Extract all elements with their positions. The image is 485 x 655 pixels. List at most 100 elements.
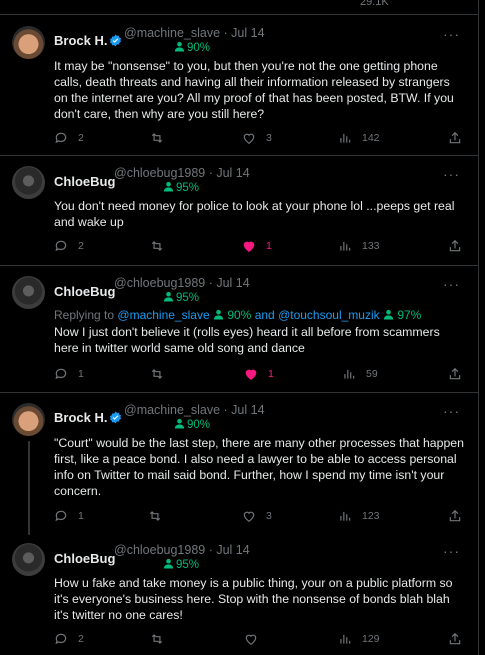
analytics-icon xyxy=(344,369,355,379)
reply-icon xyxy=(55,132,67,144)
user-icon xyxy=(213,309,224,320)
repost-button[interactable] xyxy=(150,632,174,646)
share-button[interactable] xyxy=(448,239,462,253)
trust-score: 90% xyxy=(174,41,210,54)
like-button[interactable]: 3 xyxy=(242,131,272,145)
tweet[interactable]: ChloeBug @chloebug1989 · Jul 14 95% ··· … xyxy=(0,266,478,393)
tweet[interactable]: Brock H. @machine_slave · Jul 14 90% ···… xyxy=(0,393,478,535)
handle-and-date[interactable]: @machine_slave · Jul 14 xyxy=(124,403,265,417)
reply-icon xyxy=(55,368,67,380)
reply-button[interactable]: 1 xyxy=(54,367,84,381)
repost-icon xyxy=(151,369,163,379)
tweet-actions: 2 1 133 xyxy=(54,239,466,257)
repost-button[interactable] xyxy=(150,239,174,253)
share-icon xyxy=(449,509,461,522)
tweet-text: It may be "nonsense" to you, but then yo… xyxy=(54,59,454,121)
share-icon xyxy=(449,367,461,380)
tweet-actions: 1 3 123 xyxy=(54,509,466,527)
heart-icon xyxy=(243,133,255,144)
tweet-text: You don't need money for police to look … xyxy=(54,199,455,229)
more-options-icon[interactable]: ··· xyxy=(443,26,460,42)
heart-filled-icon xyxy=(243,241,255,252)
analytics-icon xyxy=(340,634,351,644)
share-icon xyxy=(449,632,461,645)
avatar[interactable] xyxy=(12,276,45,309)
trust-score: 95% xyxy=(163,558,199,571)
share-button[interactable] xyxy=(448,509,462,523)
more-options-icon[interactable]: ··· xyxy=(443,543,460,559)
like-button[interactable]: 1 xyxy=(244,367,274,381)
verified-badge-icon xyxy=(110,34,122,47)
display-name[interactable]: Brock H. xyxy=(54,410,122,425)
tweet[interactable]: Brock H. @machine_slave · Jul 14 90% ···… xyxy=(0,15,478,156)
repost-button[interactable] xyxy=(150,131,174,145)
tweet-actions: 2 129 xyxy=(54,632,466,650)
reply-button[interactable]: 1 xyxy=(54,509,84,523)
reply-icon xyxy=(55,240,67,252)
views-button[interactable]: 123 xyxy=(338,509,380,523)
views-button[interactable]: 129 xyxy=(338,632,380,646)
reply-user-link[interactable]: @touchsoul_muzik xyxy=(278,308,380,322)
like-button[interactable] xyxy=(244,632,268,646)
heart-icon xyxy=(245,634,257,645)
analytics-icon xyxy=(340,133,351,143)
share-button[interactable] xyxy=(448,632,462,646)
display-name[interactable]: Brock H. xyxy=(54,33,122,48)
user-icon xyxy=(174,418,185,429)
user-icon xyxy=(163,181,174,192)
views-count[interactable]: 29.1K xyxy=(360,0,389,8)
like-button[interactable]: 3 xyxy=(242,509,272,523)
analytics-icon xyxy=(340,511,351,521)
repost-icon xyxy=(151,133,163,143)
handle-and-date[interactable]: @chloebug1989 · Jul 14 xyxy=(114,166,250,180)
tweet[interactable]: ChloeBug @chloebug1989 · Jul 14 95% ··· … xyxy=(0,535,478,655)
trust-score: 95% xyxy=(163,181,199,194)
user-icon xyxy=(163,291,174,302)
share-button[interactable] xyxy=(448,131,462,145)
like-button[interactable]: 1 xyxy=(242,239,272,253)
share-icon xyxy=(449,239,461,252)
trust-score: 95% xyxy=(163,291,199,304)
reply-button[interactable]: 2 xyxy=(54,131,84,145)
reply-icon xyxy=(55,633,67,645)
verified-badge-icon xyxy=(110,411,122,424)
heart-icon xyxy=(243,511,255,522)
tweet-text: Now I just don't believe it (rolls eyes)… xyxy=(54,325,440,355)
heart-filled-icon xyxy=(245,369,257,380)
user-icon xyxy=(383,309,394,320)
display-name[interactable]: ChloeBug xyxy=(54,284,115,299)
avatar[interactable] xyxy=(12,543,45,576)
more-options-icon[interactable]: ··· xyxy=(443,276,460,292)
repost-button[interactable] xyxy=(148,509,172,523)
user-icon xyxy=(163,558,174,569)
repost-icon xyxy=(149,511,161,521)
share-button[interactable] xyxy=(448,367,462,381)
repost-button[interactable] xyxy=(150,367,174,381)
timeline-border xyxy=(478,0,479,655)
previous-tweet-action-bar: 29.1K xyxy=(0,0,478,15)
analytics-icon xyxy=(340,241,351,251)
reply-button[interactable]: 2 xyxy=(54,239,84,253)
reply-user-link[interactable]: @machine_slave xyxy=(117,308,209,322)
tweet[interactable]: ChloeBug @chloebug1989 · Jul 14 95% ··· … xyxy=(0,156,478,266)
share-icon xyxy=(449,131,461,144)
avatar[interactable] xyxy=(12,26,45,59)
more-options-icon[interactable]: ··· xyxy=(443,166,460,182)
reply-icon xyxy=(55,510,67,522)
handle-and-date[interactable]: @chloebug1989 · Jul 14 xyxy=(114,543,250,557)
display-name[interactable]: ChloeBug xyxy=(54,551,115,566)
trust-score: 90% xyxy=(174,418,210,431)
views-button[interactable]: 133 xyxy=(338,239,380,253)
more-options-icon[interactable]: ··· xyxy=(443,403,460,419)
avatar[interactable] xyxy=(12,403,45,436)
handle-and-date[interactable]: @machine_slave · Jul 14 xyxy=(124,26,265,40)
views-button[interactable]: 59 xyxy=(342,367,378,381)
avatar[interactable] xyxy=(12,166,45,199)
tweet-actions: 2 3 142 xyxy=(54,131,466,149)
repost-icon xyxy=(151,634,163,644)
display-name[interactable]: ChloeBug xyxy=(54,174,115,189)
handle-and-date[interactable]: @chloebug1989 · Jul 14 xyxy=(114,276,250,290)
views-button[interactable]: 142 xyxy=(338,131,380,145)
reply-button[interactable]: 2 xyxy=(54,632,84,646)
repost-icon xyxy=(151,241,163,251)
